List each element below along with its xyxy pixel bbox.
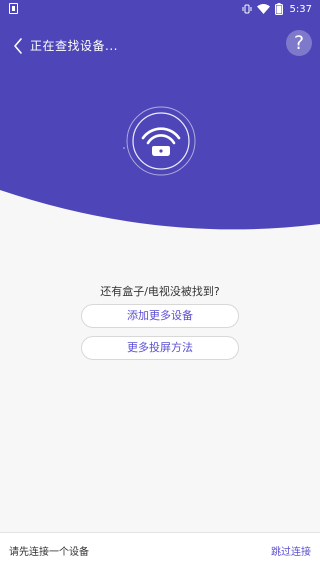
device-not-found-question: 还有盒子/电视没被找到?	[100, 285, 220, 298]
searching-radar-icon	[123, 106, 196, 176]
vibrate-icon	[242, 4, 252, 14]
page-title: 正在查找设备...	[30, 39, 118, 53]
wifi-icon	[256, 4, 270, 14]
sim-icon	[9, 3, 18, 14]
battery-icon	[274, 3, 283, 15]
status-bar: 5:37	[0, 0, 320, 18]
bottom-bar: 请先连接一个设备 跳过连接	[0, 532, 320, 568]
back-button[interactable]	[11, 36, 27, 56]
status-time: 5:37	[289, 3, 312, 15]
help-button[interactable]: ?	[286, 30, 312, 56]
device-search-screen: 5:37 正在查找设备... ? 还有盒子/电视没被找到? 添加更多设备 更多投…	[0, 0, 320, 568]
chevron-left-icon	[14, 38, 22, 54]
more-casting-methods-button[interactable]: 更多投屏方法	[81, 336, 239, 360]
search-header: 5:37 正在查找设备... ?	[0, 0, 320, 240]
connect-device-hint: 请先连接一个设备	[9, 547, 89, 558]
add-more-devices-button[interactable]: 添加更多设备	[81, 304, 239, 328]
status-icons: 5:37	[242, 2, 312, 16]
skip-connection-link[interactable]: 跳过连接	[271, 543, 311, 558]
